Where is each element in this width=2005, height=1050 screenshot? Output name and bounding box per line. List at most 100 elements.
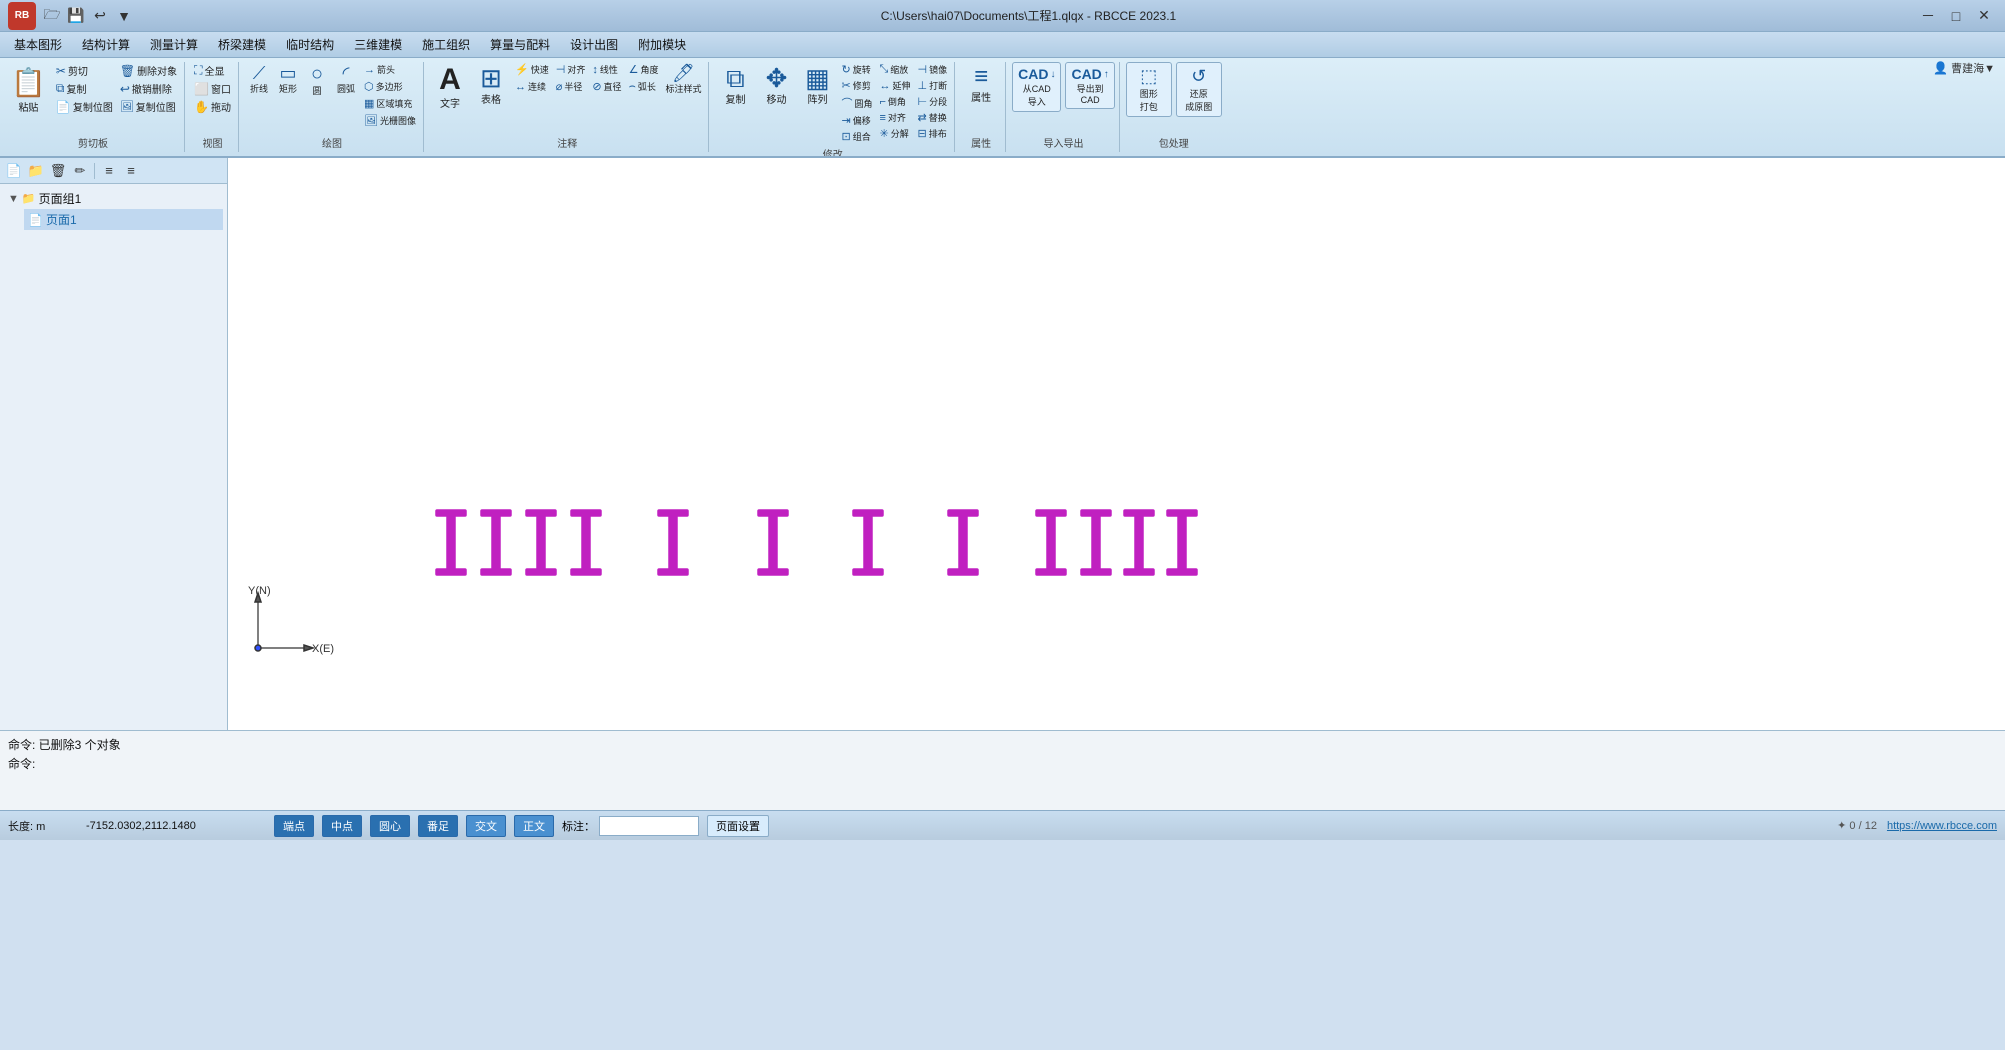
array-button[interactable]: ▦ 阵列 (797, 62, 837, 109)
delete-page-button[interactable]: 🗑 (48, 161, 68, 181)
diameter-dim-button[interactable]: ⊘直径 (589, 79, 624, 94)
scale-button[interactable]: ⤡缩放 (876, 62, 913, 77)
polygon-button[interactable]: ⬡多边形 (361, 79, 419, 94)
restore-button[interactable]: ↺ 还原成原图 (1176, 62, 1222, 117)
quick-dim-button[interactable]: ⚡快速 (512, 62, 552, 77)
angle-dim-button[interactable]: ∠角度 (626, 62, 662, 77)
snap-foot-button[interactable]: 番足 (418, 815, 458, 837)
status-right: ✦ 0 / 12 https://www.rbcce.com (1837, 819, 1997, 832)
new-page-button[interactable]: 📄 (4, 161, 24, 181)
menu-addon[interactable]: 附加模块 (628, 34, 696, 55)
quick-access-dropdown[interactable]: ▼ (114, 6, 134, 26)
chamfer-button[interactable]: ⌐倒角 (876, 94, 913, 109)
snap-label-field: 标注： (562, 816, 699, 836)
copy-position-button[interactable]: 📄复制位图 (53, 98, 116, 115)
menu-quantity[interactable]: 算量与配料 (480, 34, 560, 55)
window-view-button[interactable]: ⬜窗口 (191, 80, 234, 97)
snap-endpoint-button[interactable]: 端点 (274, 815, 314, 837)
offset-button[interactable]: ⇥偏移 (838, 113, 875, 128)
snap-midpoint-button[interactable]: 中点 (322, 815, 362, 837)
annotation-label: 注释 (557, 133, 577, 152)
undo-button[interactable]: ↩ (90, 6, 110, 26)
minimize-button[interactable]: － (1915, 6, 1941, 26)
menu-bridge-model[interactable]: 桥梁建模 (208, 34, 276, 55)
copy-button[interactable]: ⧉复制 (53, 80, 116, 97)
arrow-button[interactable]: →箭头 (361, 62, 419, 77)
move-button[interactable]: ✥ 移动 (756, 62, 796, 109)
split-button[interactable]: ⊢分段 (915, 94, 951, 109)
snap-intersect-button[interactable]: 交文 (466, 815, 506, 837)
fill-button[interactable]: ▦区域填充 (361, 96, 419, 111)
copy2-button[interactable]: ⧉ 复制 (715, 62, 755, 109)
ribbon-section-properties: ≡ 属性 属性 (957, 62, 1006, 152)
ribbon-section-modify: ⧉ 复制 ✥ 移动 ▦ 阵列 ↻旋转 ✂修剪 ⌒圆角 (711, 62, 955, 152)
pack-button[interactable]: ⬚ 图形打包 (1126, 62, 1172, 117)
align-dim-button[interactable]: ⊣对齐 (553, 62, 589, 77)
menu-design-output[interactable]: 设计出图 (560, 34, 628, 55)
properties-button[interactable]: ≡ 属性 (961, 62, 1001, 107)
undo-delete-button[interactable]: ↩撤销删除 (117, 80, 180, 97)
open-file-button[interactable]: 🗁 (42, 6, 62, 26)
tree-page-1[interactable]: 📄 页面1 (24, 209, 223, 230)
table-button[interactable]: ⊞ 表格 (471, 62, 511, 109)
paste-button[interactable]: 📋 粘贴 (6, 62, 51, 118)
cad-export-button[interactable]: CAD ↑ 导出到CAD (1065, 62, 1114, 109)
menu-construction[interactable]: 施工组织 (412, 34, 480, 55)
menu-structure-calc[interactable]: 结构计算 (72, 34, 140, 55)
rename-button[interactable]: ✏ (70, 161, 90, 181)
panel-tree: ▼ 📁 页面组1 📄 页面1 (0, 184, 227, 730)
mark-style-button[interactable]: 🖊 标注样式 (662, 62, 704, 97)
page-settings-button[interactable]: 页面设置 (707, 815, 769, 837)
replace-button[interactable]: ⇄替换 (915, 110, 951, 125)
tree-group-1[interactable]: ▼ 📁 页面组1 (4, 188, 223, 209)
trim-button[interactable]: ✂修剪 (838, 78, 875, 93)
rect-button[interactable]: ▭ 矩形 (274, 62, 302, 97)
align3-button[interactable]: ≡对齐 (876, 110, 913, 125)
continuous-dim-button[interactable]: ↔连续 (512, 79, 552, 94)
polyline-button[interactable]: ⟋ 折线 (245, 62, 273, 97)
halfradius-dim-button[interactable]: ⌀半径 (553, 79, 589, 94)
ribbon-section-annotation: A 文字 ⊞ 表格 ⚡快速 ↔连续 ⊣对齐 ⌀半径 (426, 62, 709, 152)
arc-button[interactable]: ◜ 圆弧 (332, 62, 360, 97)
linear-dim-button[interactable]: ↕线性 (589, 62, 624, 77)
ribbon-section-cad: CAD ↓ 从CAD导入 CAD ↑ 导出到CAD 导入导出 (1008, 62, 1120, 152)
cut-button[interactable]: ✂剪切 (53, 62, 116, 79)
delete-objects-button[interactable]: 🗑删除对象 (117, 62, 180, 79)
circle-button[interactable]: ○ 圆 (303, 62, 331, 99)
mirror-button[interactable]: ⊣镜像 (915, 62, 951, 77)
window-title: C:\Users\hai07\Documents\工程1.qlqx - RBCC… (142, 7, 1915, 24)
view-label: 视图 (203, 133, 223, 152)
folder-icon: 📁 (22, 192, 36, 205)
fullscreen-button[interactable]: ⛶全显 (191, 62, 234, 79)
cad-import-button[interactable]: CAD ↓ 从CAD导入 (1012, 62, 1061, 112)
menu-3d-model[interactable]: 三维建模 (344, 34, 412, 55)
outdent-button[interactable]: ≡ (121, 161, 141, 181)
compose-button[interactable]: ⊡组合 (838, 129, 875, 144)
extend-button[interactable]: ↔延伸 (876, 78, 913, 93)
text-button[interactable]: A 文字 (430, 62, 470, 113)
round-button[interactable]: ⌒圆角 (838, 94, 875, 112)
distribute-button[interactable]: ⊟排布 (915, 126, 951, 141)
raster-button[interactable]: 🖼光栅图像 (361, 113, 419, 128)
break-button[interactable]: ⊥打断 (915, 78, 951, 93)
indent-button[interactable]: ≡ (99, 161, 119, 181)
user-area[interactable]: 👤 曹建海▼ (1933, 60, 1995, 76)
group-label: 页面组1 (39, 190, 82, 207)
close-button[interactable]: ✕ (1971, 6, 1997, 26)
save-button[interactable]: 💾 (66, 6, 86, 26)
arc-len-button[interactable]: ⌢弧长 (626, 79, 662, 94)
menu-measure-calc[interactable]: 测量计算 (140, 34, 208, 55)
menu-temp-structure[interactable]: 临时结构 (276, 34, 344, 55)
rotate-button[interactable]: ↻旋转 (838, 62, 875, 77)
menu-basic-shapes[interactable]: 基本图形 (4, 34, 72, 55)
copy-image-button[interactable]: 🖼复制位图 (117, 98, 180, 115)
new-group-button[interactable]: 📁 (26, 161, 46, 181)
maximize-button[interactable]: □ (1943, 6, 1969, 26)
snap-input[interactable] (599, 816, 699, 836)
drag-button[interactable]: ✋拖动 (191, 98, 234, 115)
website-link[interactable]: https://www.rbcce.com (1887, 820, 1997, 832)
canvas-area[interactable]: Y(N) X(E) (228, 158, 2005, 730)
snap-text-button[interactable]: 正文 (514, 815, 554, 837)
snap-center-button[interactable]: 圆心 (370, 815, 410, 837)
explode-button[interactable]: ✳分解 (876, 126, 913, 141)
